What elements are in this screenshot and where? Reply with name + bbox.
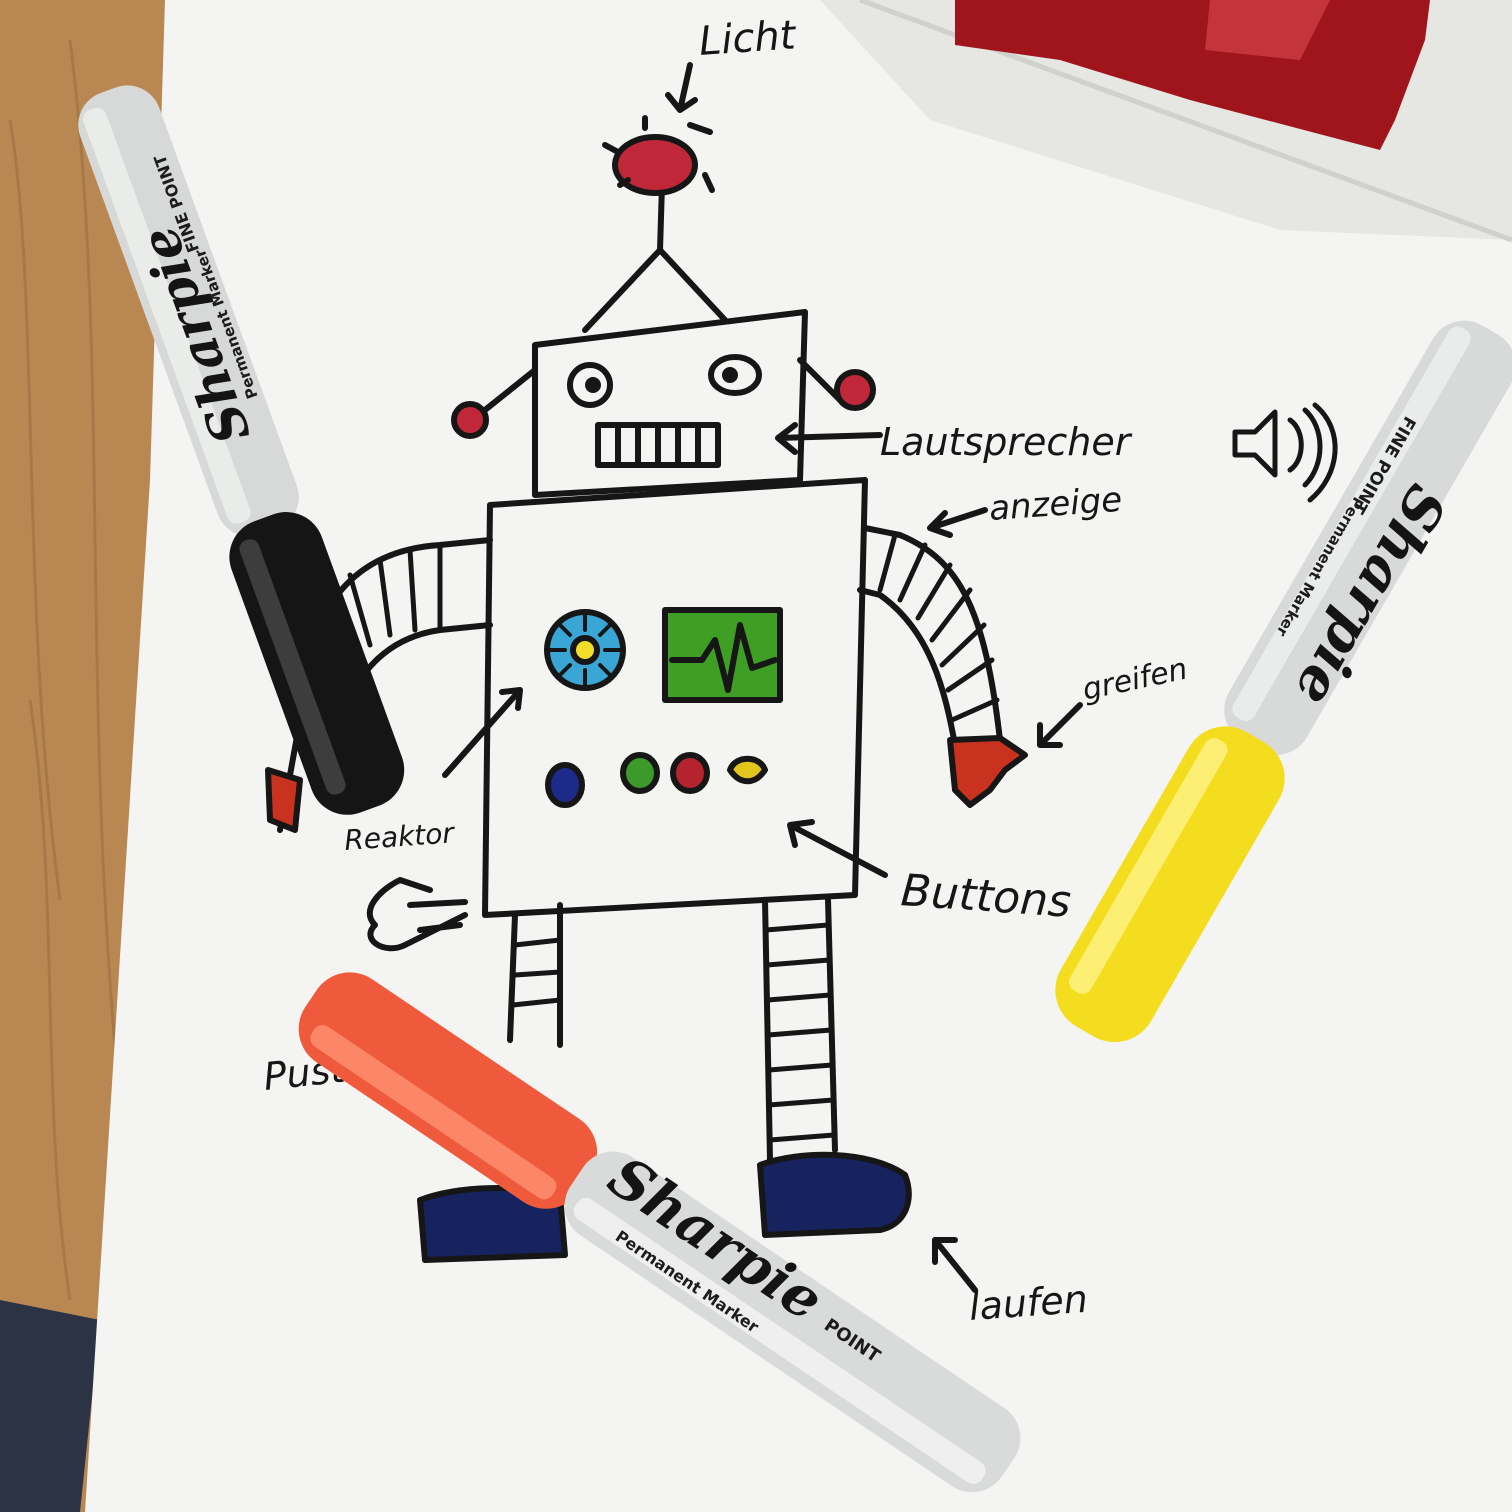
robot-left-ear <box>451 401 489 439</box>
robot-button-red <box>670 752 710 794</box>
robot-left-hand <box>265 767 303 833</box>
label-walk: laufen <box>968 1277 1090 1329</box>
robot-light <box>612 134 698 196</box>
label-light: Licht <box>697 12 798 65</box>
robot-mouth <box>595 422 721 468</box>
label-speaker: Lautsprecher <box>880 420 1133 464</box>
robot-button-blue <box>545 762 585 808</box>
robot-sketch-photo: Licht Lautsprecher anzeige greifen Butto… <box>0 0 1512 1512</box>
robot-screen <box>662 607 783 703</box>
robot-right-ear <box>834 369 876 411</box>
robot-button-green <box>620 752 660 794</box>
robot-button-yellow <box>727 755 768 785</box>
robot-right-foot <box>757 1151 912 1238</box>
